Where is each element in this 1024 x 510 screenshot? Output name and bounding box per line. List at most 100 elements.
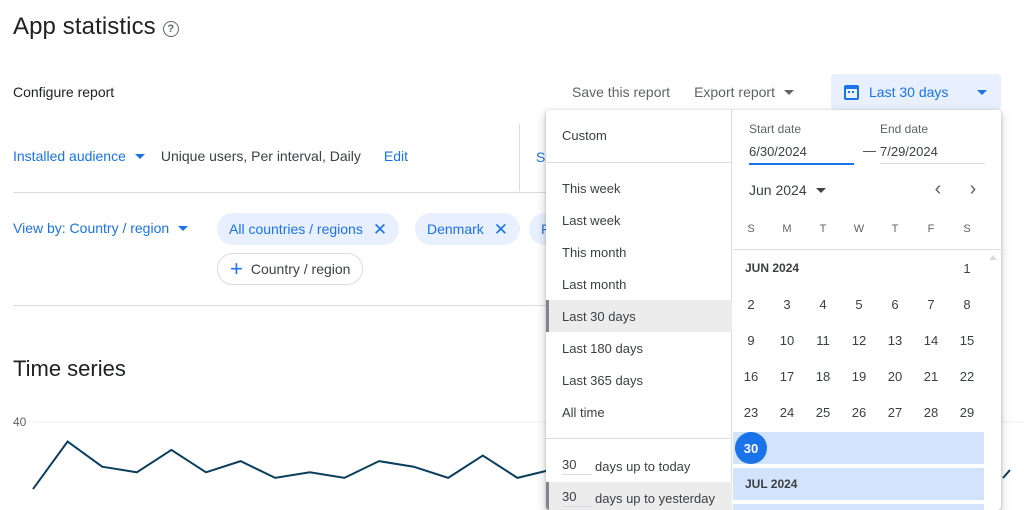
view-by-selector[interactable]: View by: Country / region — [13, 220, 189, 236]
close-icon[interactable]: ✕ — [494, 221, 508, 238]
calendar-day[interactable]: 25 — [805, 394, 841, 430]
export-report-button[interactable]: Export report — [682, 74, 806, 110]
filter-chip[interactable]: Denmark ✕ — [415, 213, 521, 245]
calendar-day[interactable]: 29 — [949, 394, 985, 430]
preset-option[interactable]: Last 180 days — [546, 332, 732, 364]
range-dash: — — [863, 143, 876, 158]
divider — [13, 305, 546, 306]
preset-list: Custom This week Last week This month Last m… — [546, 110, 732, 510]
vertical-divider — [519, 124, 520, 191]
calendar-day[interactable]: 5 — [841, 286, 877, 322]
divider — [13, 192, 546, 193]
days-count-input[interactable]: 30 — [562, 457, 592, 475]
calendar-day[interactable]: 1 — [949, 250, 985, 286]
preset-option[interactable]: Custom — [546, 119, 732, 151]
chip-label: Country / region — [250, 261, 351, 277]
days-count-input[interactable]: 30 — [562, 489, 592, 507]
series-line-fragment — [1002, 469, 1011, 479]
calendar-panel: Start date 6/30/2024 — End date 7/29/202… — [733, 110, 1001, 510]
preset-option[interactable]: This week — [546, 172, 732, 204]
range-highlight — [733, 504, 984, 510]
relative-range-option[interactable]: 30 days up to today — [546, 450, 732, 482]
calendar-icon — [844, 84, 859, 100]
calendar-day[interactable]: 14 — [913, 322, 949, 358]
audience-row: Installed audience Unique users, Per int… — [13, 148, 408, 164]
chip-label: All countries / regions — [229, 221, 363, 237]
export-report-label: Export report — [694, 84, 775, 100]
preset-option[interactable]: Last 365 days — [546, 364, 732, 396]
month-label: JUN 2024 — [745, 261, 800, 275]
save-report-button[interactable]: Save this report — [560, 74, 682, 110]
end-date-underline — [880, 163, 985, 164]
preset-option-label: This week — [562, 180, 621, 196]
start-date-label: Start date — [749, 122, 802, 136]
weekday-header: S — [963, 223, 971, 235]
selected-day[interactable]: 30 — [735, 432, 767, 464]
weekday-header: F — [927, 223, 935, 235]
calendar-day[interactable]: 7 — [913, 286, 949, 322]
preset-option-label: Last 365 days — [562, 372, 643, 388]
start-date-input[interactable]: 6/30/2024 — [749, 144, 807, 165]
calendar-day[interactable]: 23 — [733, 394, 769, 430]
calendar-day[interactable]: 27 — [877, 394, 913, 430]
save-report-label: Save this report — [572, 84, 671, 100]
calendar-day[interactable]: 28 — [913, 394, 949, 430]
calendar-day[interactable]: 26 — [841, 394, 877, 430]
preset-option[interactable]: Last month — [546, 268, 732, 300]
calendar-day[interactable]: 22 — [949, 358, 985, 394]
preset-option[interactable]: Last 30 days — [546, 300, 732, 332]
calendar-day[interactable]: 8 — [949, 286, 985, 322]
calendar-day[interactable]: 19 — [841, 358, 877, 394]
calendar-day[interactable]: 15 — [949, 322, 985, 358]
close-icon[interactable]: ✕ — [373, 221, 387, 238]
calendar-day[interactable]: 18 — [805, 358, 841, 394]
calendar-day[interactable]: 20 — [877, 358, 913, 394]
caret-down-icon — [784, 89, 794, 95]
view-by-label: View by: Country / region — [13, 220, 170, 236]
preset-option-label: This month — [562, 244, 627, 260]
add-country-chip[interactable]: + Country / region — [217, 253, 364, 285]
preset-option[interactable]: Last week — [546, 204, 732, 236]
chevron-right-icon[interactable]: › — [961, 178, 985, 201]
range-highlight — [733, 432, 984, 464]
calendar-day[interactable]: 4 — [805, 286, 841, 322]
calendar-day[interactable]: 9 — [733, 322, 769, 358]
preset-option-label: Last month — [562, 276, 627, 292]
audience-selector[interactable]: Installed audience — [13, 148, 145, 164]
calendar-day[interactable]: 11 — [805, 322, 841, 358]
chevron-left-icon[interactable]: ‹ — [926, 178, 950, 201]
preset-option-label: Last 180 days — [562, 340, 643, 356]
preset-option[interactable]: This month — [546, 236, 732, 268]
preset-option-label: Custom — [562, 127, 607, 143]
relative-range-option[interactable]: 30 days up to yesterday — [546, 482, 732, 510]
scroll-up-icon[interactable] — [989, 255, 997, 260]
time-series-title: Time series — [13, 356, 126, 381]
calendar-day[interactable]: 17 — [769, 358, 805, 394]
calendar-day[interactable]: 2 — [733, 286, 769, 322]
preset-option-label: Last 30 days — [562, 308, 636, 324]
caret-down-icon — [815, 187, 826, 193]
y-tick-label: 40 — [13, 415, 27, 429]
calendar-day[interactable]: 16 — [733, 358, 769, 394]
month-select-label: Jun 2024 — [749, 182, 807, 198]
month-select[interactable]: Jun 2024 — [749, 182, 826, 198]
date-range-dropdown: Custom This week Last week This month Last m… — [546, 110, 1001, 510]
calendar-day[interactable]: 10 — [769, 322, 805, 358]
preset-option-label: All time — [562, 404, 605, 420]
divider — [546, 162, 732, 163]
caret-down-icon — [134, 153, 145, 159]
end-date-label: End date — [880, 122, 929, 136]
calendar-day[interactable]: 12 — [841, 322, 877, 358]
calendar-day[interactable]: 13 — [877, 322, 913, 358]
date-range-button[interactable]: Last 30 days — [831, 74, 1001, 110]
end-date-input[interactable]: 7/29/2024 — [880, 144, 938, 165]
calendar-day[interactable]: 6 — [877, 286, 913, 322]
calendar-day[interactable]: 3 — [769, 286, 805, 322]
help-circle-icon[interactable]: ? — [162, 20, 179, 37]
filter-chip[interactable]: All countries / regions ✕ — [217, 213, 400, 245]
edit-audience-link[interactable]: Edit — [384, 148, 408, 164]
preset-option[interactable]: All time — [546, 396, 732, 428]
calendar-day[interactable]: 24 — [769, 394, 805, 430]
calendar-day[interactable]: 21 — [913, 358, 949, 394]
relative-range-label: days up to yesterday — [595, 490, 715, 506]
